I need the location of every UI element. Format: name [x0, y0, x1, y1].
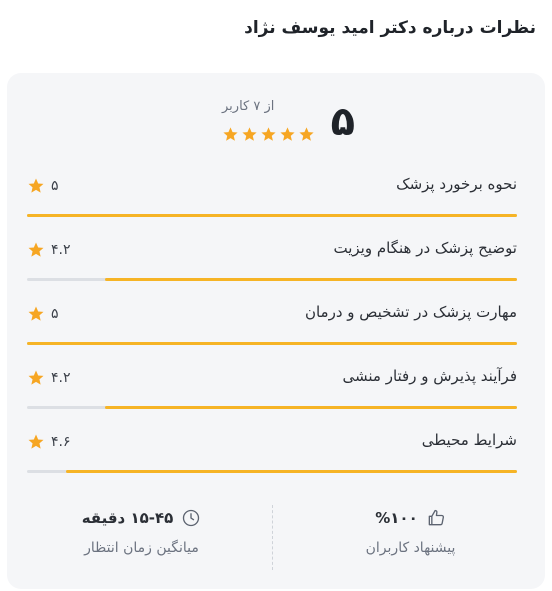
star-icon	[242, 127, 257, 141]
criteria-label: توضیح پزشک در هنگام ویزیت	[333, 239, 518, 257]
criteria-bar	[27, 342, 517, 345]
criteria-label: شرایط محیطی	[421, 431, 517, 449]
criteria-score: ۵	[27, 305, 59, 323]
users-count: از ۷ کاربر	[222, 99, 275, 114]
wait-time-label: میانگین زمان انتظار	[84, 540, 199, 556]
star-icon	[28, 242, 44, 257]
criteria-bar	[27, 214, 517, 217]
criteria-bar	[27, 406, 517, 409]
summary-details: از ۷ کاربر	[222, 98, 315, 143]
wait-time-value: ۱۵-۴۵ دقیقه	[81, 509, 174, 527]
criteria-score-value: ۵	[51, 178, 59, 194]
recommend-value: %۱۰۰	[375, 509, 418, 527]
criteria-score-value: ۴.۶	[51, 434, 71, 450]
criteria-score: ۴.۲	[27, 241, 71, 259]
thumbs-up-icon	[428, 509, 444, 526]
criteria-bar-fill	[66, 470, 517, 473]
clock-icon	[183, 509, 200, 527]
page-title: نظرات درباره دکتر امید یوسف نژاد	[244, 18, 536, 38]
criteria-label: نحوه برخورد پزشک	[396, 175, 517, 193]
overall-score: ۵	[330, 99, 355, 145]
criteria-score-value: ۵	[51, 306, 59, 322]
criteria-label: مهارت پزشک در تشخیص و درمان	[304, 303, 517, 321]
wait-time-stat: ۱۵-۴۵ دقیقه میانگین زمان انتظار	[7, 500, 276, 575]
star-icon	[28, 306, 44, 321]
star-icon	[223, 127, 238, 141]
rating-card: ۵ از ۷ کاربر نحوه برخورد پزشک ۵ توضیح پز…	[7, 73, 545, 589]
criteria-bar	[27, 278, 517, 281]
recommend-label: پیشنهاد کاربران	[365, 540, 456, 556]
overall-stars	[222, 126, 315, 143]
criteria-row: شرایط محیطی ۴.۶	[27, 425, 517, 473]
recommend-stat: %۱۰۰ پیشنهاد کاربران	[276, 500, 545, 575]
criteria-score-value: ۴.۲	[51, 242, 71, 258]
stats-section: %۱۰۰ پیشنهاد کاربران ۱۵-۴۵ دقیقه میانگین…	[7, 500, 545, 575]
star-icon	[280, 127, 295, 141]
star-icon	[299, 127, 314, 141]
criteria-score-value: ۴.۲	[51, 370, 71, 386]
criteria-score: ۴.۶	[27, 433, 71, 451]
criteria-score: ۴.۲	[27, 369, 71, 387]
criteria-bar-fill	[105, 406, 517, 409]
star-icon	[28, 434, 44, 449]
criteria-bar	[27, 470, 517, 473]
criteria-row: نحوه برخورد پزشک ۵	[27, 169, 517, 217]
criteria-bar-fill	[27, 342, 517, 345]
criteria-row: توضیح پزشک در هنگام ویزیت ۴.۲	[27, 233, 517, 281]
star-icon	[261, 127, 276, 141]
criteria-label: فرآیند پذیرش و رفتار منشی	[342, 367, 517, 385]
criteria-row: مهارت پزشک در تشخیص و درمان ۵	[27, 297, 517, 345]
criteria-bar-fill	[105, 278, 517, 281]
criteria-row: فرآیند پذیرش و رفتار منشی ۴.۲	[27, 361, 517, 409]
star-icon	[28, 370, 44, 385]
rating-summary: ۵ از ۷ کاربر	[7, 94, 545, 154]
criteria-bar-fill	[27, 214, 517, 217]
criteria-score: ۵	[27, 177, 59, 195]
star-icon	[28, 178, 44, 193]
